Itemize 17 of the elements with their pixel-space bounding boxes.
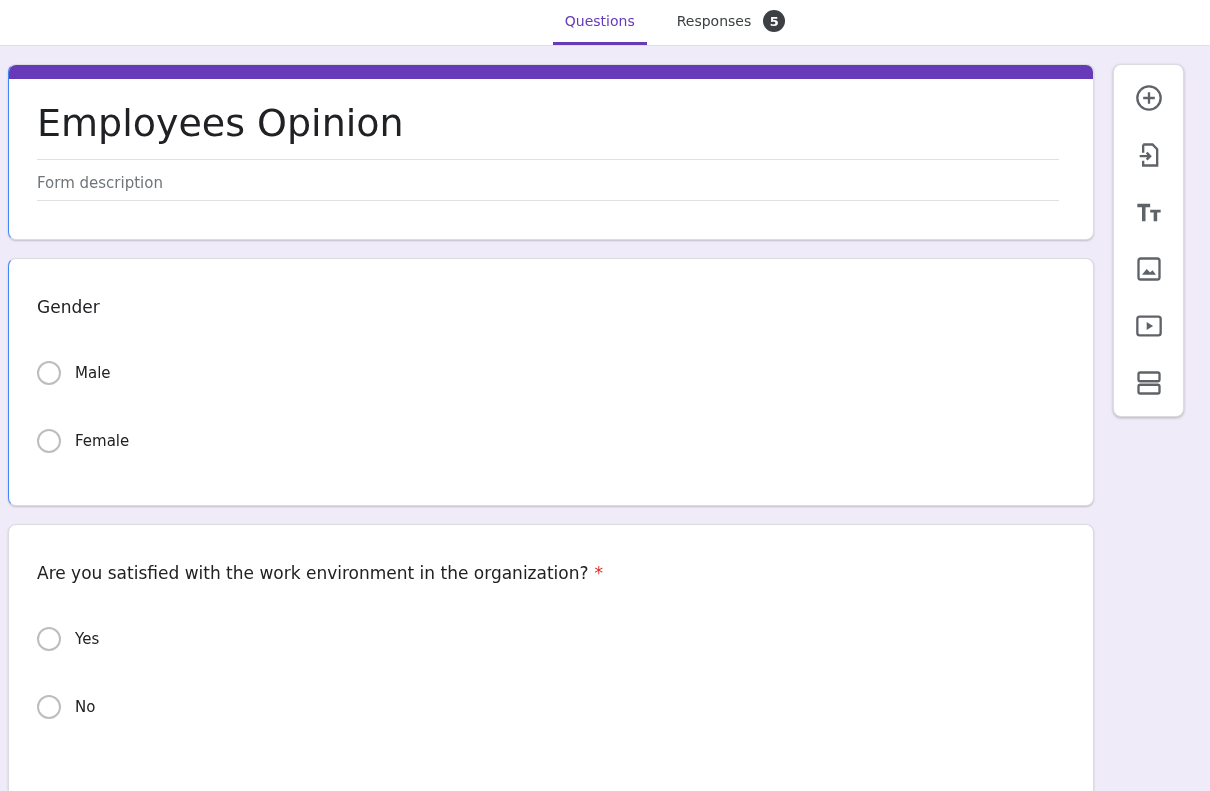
required-mark: * bbox=[594, 563, 604, 583]
radio-button[interactable] bbox=[37, 429, 61, 453]
option-label: Male bbox=[75, 364, 111, 382]
option-label: Yes bbox=[75, 630, 100, 648]
radio-button[interactable] bbox=[37, 695, 61, 719]
count-badge: 5 bbox=[763, 10, 786, 32]
tab[interactable]: Responses 5 bbox=[664, 0, 798, 45]
add-icon bbox=[1134, 84, 1163, 112]
question-title: Gender bbox=[37, 297, 101, 317]
radio-button[interactable] bbox=[37, 361, 61, 385]
option-label: Female bbox=[75, 432, 130, 450]
option-label: No bbox=[75, 698, 96, 716]
tab[interactable]: Questions bbox=[552, 0, 647, 45]
radio-button[interactable] bbox=[37, 627, 61, 651]
image-icon bbox=[1134, 255, 1163, 283]
question-title: Are you satisfied with the work environment in the organization? * bbox=[37, 563, 605, 583]
section-icon bbox=[1134, 369, 1163, 397]
